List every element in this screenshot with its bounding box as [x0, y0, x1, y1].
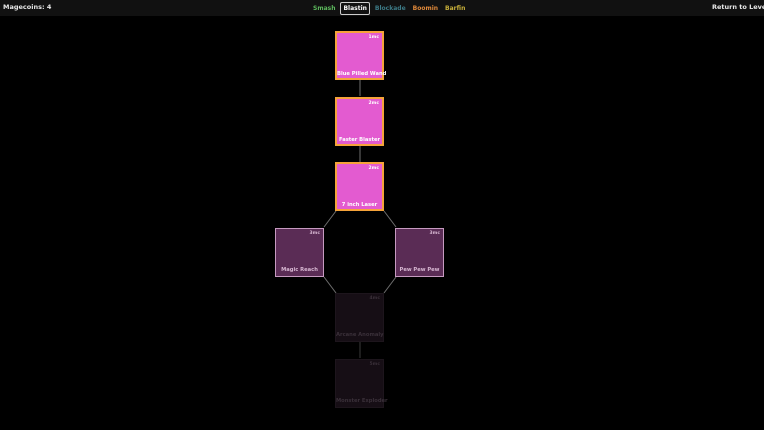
upgrade-faster-blaster[interactable]: 2mc Faster Blaster: [335, 97, 384, 146]
upgrade-cost: 2mc: [368, 166, 380, 171]
upgrade-cost: 5mc: [369, 362, 381, 367]
skill-tree-screen: Magecoins: 4 Smash Blastin Blockade Boom…: [0, 0, 764, 430]
upgrade-name: Faster Blaster: [338, 137, 381, 143]
upgrade-arcane-anomaly[interactable]: 4mc Arcane Anomaly: [335, 293, 384, 342]
upgrade-cost: 2mc: [368, 101, 380, 106]
upgrade-pew-pew-pew[interactable]: 3mc Pew Pew Pew: [395, 228, 444, 277]
upgrade-name: Magic Reach: [281, 267, 318, 273]
link-pew-pew-pew-to-arcane-anomaly: [383, 276, 397, 294]
link-magic-reach-to-arcane-anomaly: [323, 276, 337, 294]
upgrade-name: 7 inch Laser: [341, 202, 378, 208]
upgrade-7-inch-laser[interactable]: 2mc 7 inch Laser: [335, 162, 384, 211]
upgrade-monster-exploder[interactable]: 5mc Monster Exploder: [335, 359, 388, 408]
upgrade-magic-reach[interactable]: 3mc Magic Reach: [275, 228, 324, 277]
upgrade-name: Monster Exploder: [336, 398, 388, 404]
upgrade-cost: 1mc: [368, 35, 380, 40]
upgrade-cost: 4mc: [369, 296, 381, 301]
upgrade-name: Arcane Anomaly: [336, 332, 384, 338]
link-laser-to-pew-pew-pew: [383, 210, 397, 228]
upgrade-blue-pilled-wand[interactable]: 1mc Blue Pilled Wand: [335, 31, 387, 80]
upgrade-name: Pew Pew Pew: [399, 267, 440, 273]
upgrade-name: Blue Pilled Wand: [337, 71, 387, 77]
link-laser-to-magic-reach: [323, 210, 337, 228]
upgrade-cost: 3mc: [309, 231, 321, 236]
upgrade-cost: 3mc: [429, 231, 441, 236]
